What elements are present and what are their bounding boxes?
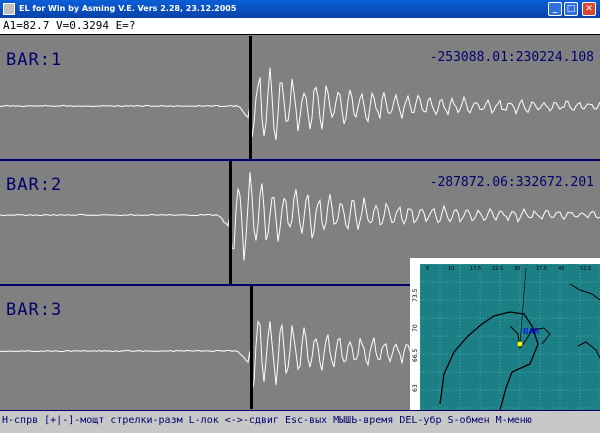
help-status-bar: H-спрв [+|-]-мощт стрелки-разм L-лок <->… bbox=[0, 410, 600, 433]
map-lon-tick: 5 bbox=[426, 266, 429, 272]
amplitude-range: -253088.01:230224.108 bbox=[429, 50, 594, 65]
map-lon-tick: 10 bbox=[448, 266, 454, 272]
maximize-button[interactable]: □ bbox=[564, 2, 578, 16]
coastline-east bbox=[577, 341, 600, 359]
station-map-inset[interactable]: 73.5 70 66.5 63 5 10 17.5 22.5 30 37.5 45 52.5 BAR bbox=[410, 258, 600, 411]
station-label: BAR bbox=[523, 327, 540, 336]
novaya-zemlya-coastline bbox=[569, 283, 600, 301]
pick-marker[interactable] bbox=[249, 36, 252, 159]
measurement-readout: A1=82.7 V=0.3294 E=? bbox=[3, 19, 136, 32]
map-lat-tick: 66.5 bbox=[412, 348, 419, 362]
map-lon-tick: 17.5 bbox=[470, 266, 481, 272]
map-lon-tick: 37.5 bbox=[536, 266, 547, 272]
app-icon[interactable] bbox=[3, 3, 15, 15]
trace-label: BAR:3 bbox=[6, 300, 63, 320]
pick-marker[interactable] bbox=[250, 286, 253, 409]
map-lat-tick: 70 bbox=[412, 324, 419, 332]
window-title: EL for Win by Asming V.E. Vers 2.28, 23.… bbox=[19, 4, 237, 13]
map-lon-tick: 30 bbox=[514, 266, 520, 272]
minimize-button[interactable]: _ bbox=[548, 2, 562, 16]
amplitude-range: -287872.06:332672.201 bbox=[429, 175, 594, 190]
map-lon-tick: 22.5 bbox=[492, 266, 503, 272]
trace-label: BAR:1 bbox=[6, 50, 63, 70]
map-lon-tick: 45 bbox=[558, 266, 564, 272]
keyboard-help: H-спрв [+|-]-мощт стрелки-разм L-лок <->… bbox=[2, 415, 532, 426]
map-lat-tick: 73.5 bbox=[412, 288, 419, 302]
map-lat-tick: 63 bbox=[412, 384, 419, 392]
trace-label: BAR:2 bbox=[6, 175, 63, 195]
measurement-info-bar: A1=82.7 V=0.3294 E=? bbox=[0, 18, 600, 35]
close-button[interactable]: ✕ bbox=[582, 2, 596, 16]
trace-panel-bar1[interactable]: BAR:1 -253088.01:230224.108 bbox=[0, 36, 600, 159]
pick-marker[interactable] bbox=[229, 161, 232, 284]
map-lon-tick: 52.5 bbox=[580, 266, 591, 272]
station-map[interactable]: 5 10 17.5 22.5 30 37.5 45 52.5 BAR bbox=[419, 263, 600, 411]
station-marker[interactable] bbox=[517, 341, 523, 347]
window-title-bar[interactable]: EL for Win by Asming V.E. Vers 2.28, 23.… bbox=[0, 0, 600, 18]
